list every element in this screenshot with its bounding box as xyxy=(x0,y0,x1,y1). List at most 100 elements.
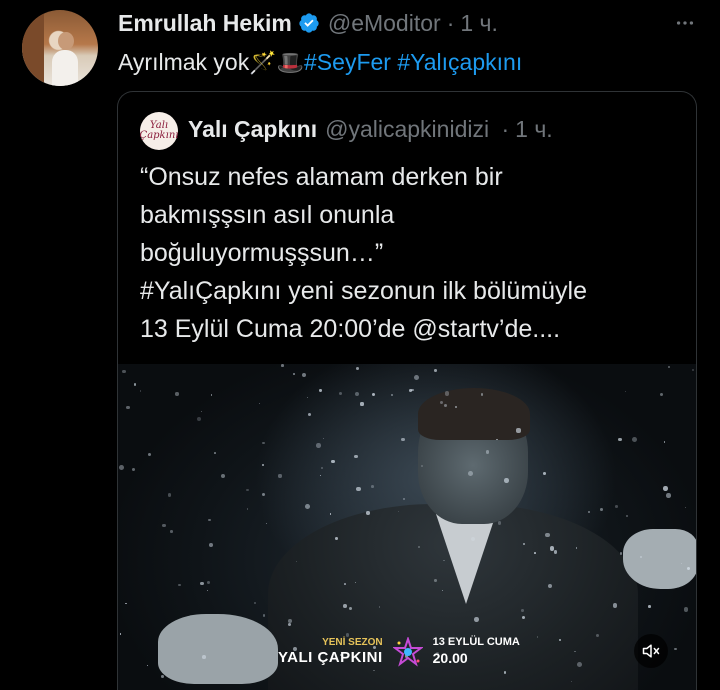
bubble xyxy=(631,437,637,443)
bubble xyxy=(261,463,265,467)
quote-author-handle[interactable]: @yalicapkinidizi xyxy=(325,116,489,142)
author-name[interactable]: Emrullah Hekim xyxy=(118,10,292,37)
bubble xyxy=(400,437,405,442)
bubble xyxy=(520,609,524,612)
bubble xyxy=(334,536,338,540)
author-handle[interactable]: @eModitor xyxy=(328,10,441,37)
bubble xyxy=(146,664,149,667)
bubble xyxy=(413,375,419,381)
quote-text: “Onsuz nefes alamam derken bir bakmışşsı… xyxy=(140,158,680,348)
bubble xyxy=(354,391,360,396)
bubble xyxy=(208,518,211,522)
bubble xyxy=(434,578,438,582)
bubble xyxy=(674,647,677,651)
bubble xyxy=(288,619,292,623)
bubble xyxy=(167,493,172,497)
bubble xyxy=(200,411,203,413)
quote-author-name[interactable]: Yalı Çapkını xyxy=(188,116,317,142)
bubble xyxy=(587,511,590,514)
bubble xyxy=(214,452,216,454)
bubble xyxy=(433,369,437,373)
bubble xyxy=(639,555,643,558)
quote-header: Yalı Çapkını @yalicapkinidizi · 1 ч. xyxy=(188,116,553,143)
bubble xyxy=(125,602,127,605)
bubble xyxy=(206,590,208,592)
bubble xyxy=(554,550,558,554)
bubble xyxy=(648,605,651,608)
tweet[interactable]: Emrullah Hekim @eModitor · 1 ч. Ayrılmak… xyxy=(0,0,720,690)
broadcast-date: 13 EYLÜL CUMA xyxy=(432,636,520,648)
bubble xyxy=(534,552,536,554)
bubble xyxy=(547,583,552,589)
quote-separator-dot: · xyxy=(501,116,510,142)
brand-title: YALI ÇAPKINI xyxy=(278,648,383,666)
bubble xyxy=(220,474,225,479)
bubble xyxy=(210,394,213,396)
bubble xyxy=(119,465,124,470)
quote-time[interactable]: 1 ч. xyxy=(515,116,553,142)
bubble xyxy=(360,402,364,406)
tweet-time[interactable]: 1 ч. xyxy=(460,10,498,37)
quote-line: “Onsuz nefes alamam derken bir xyxy=(140,163,503,191)
bubble xyxy=(330,513,332,515)
bubble xyxy=(398,510,400,512)
bubble xyxy=(208,543,213,547)
more-dots-icon xyxy=(676,21,694,25)
bubble xyxy=(468,470,474,476)
more-horizontal-icon[interactable] xyxy=(672,10,698,36)
bubble xyxy=(292,373,295,376)
bubble xyxy=(504,478,509,483)
quote-line: 13 Eylül Cuma 20:00’de @startv’de.... xyxy=(140,315,561,343)
bubble xyxy=(356,486,361,492)
quote-line: #YalıÇapkını yeni sezonun ilk bölümüyle xyxy=(140,277,588,305)
bubble xyxy=(684,607,689,612)
bubble xyxy=(619,551,623,555)
hashtag-yalicapkini[interactable]: #Yalıçapkını xyxy=(397,49,522,75)
author-avatar[interactable] xyxy=(22,10,98,86)
bubble xyxy=(626,514,629,517)
star-tv-logo-icon xyxy=(392,636,423,667)
bubble xyxy=(126,405,131,410)
bubble xyxy=(316,443,321,448)
bubble xyxy=(262,614,266,617)
bubble xyxy=(246,488,249,492)
verified-badge-icon xyxy=(299,13,319,33)
bubble xyxy=(259,403,261,405)
broadcast-time: 20.00 xyxy=(432,650,468,666)
bubble xyxy=(196,416,201,421)
bubble xyxy=(265,522,267,525)
video-player[interactable]: YENİ SEZON YALI ÇAPKINI 13 EYLÜL CUMA 20… xyxy=(118,364,696,690)
bubble xyxy=(331,459,335,464)
bubble xyxy=(474,616,479,622)
bubble xyxy=(262,441,265,445)
bubble xyxy=(390,393,393,396)
bubble xyxy=(485,449,490,454)
bubble xyxy=(175,392,179,396)
quote-avatar-line-2: Çapkını xyxy=(139,130,179,141)
muted-speaker-icon xyxy=(642,644,660,658)
bubble xyxy=(663,486,668,491)
bubble xyxy=(278,474,282,478)
bubble xyxy=(667,366,670,369)
bubble xyxy=(320,474,322,477)
bubble xyxy=(371,485,375,488)
bubble xyxy=(162,523,166,528)
avatar-background xyxy=(22,10,44,86)
bubble xyxy=(161,675,165,679)
quoted-tweet[interactable]: Yalı Çapkını Yalı Çapkını @yalicapkinidiz… xyxy=(117,91,697,690)
bubble xyxy=(614,505,618,508)
quote-line: bakmışşsın asıl onunla xyxy=(140,201,395,229)
video-brand-overlay: YENİ SEZON YALI ÇAPKINI 13 EYLÜL CUMA 20… xyxy=(278,636,520,667)
hashtag-seyfer[interactable]: #SeyFer xyxy=(304,49,391,75)
bubble xyxy=(356,366,360,370)
tweet-text: Ayrılmak yok🪄🎩#SeyFer #Yalıçapkını xyxy=(118,46,522,79)
bubble xyxy=(595,633,599,637)
brand-right: 13 EYLÜL CUMA 20.00 xyxy=(433,636,520,667)
bubble xyxy=(178,583,181,587)
mute-button[interactable] xyxy=(634,634,668,668)
bubble xyxy=(496,438,498,441)
wand-hat-emoji-icon: 🪄🎩 xyxy=(249,50,305,75)
bubble xyxy=(684,506,687,509)
quote-avatar[interactable]: Yalı Çapkını xyxy=(140,112,178,150)
bubble xyxy=(281,364,284,367)
